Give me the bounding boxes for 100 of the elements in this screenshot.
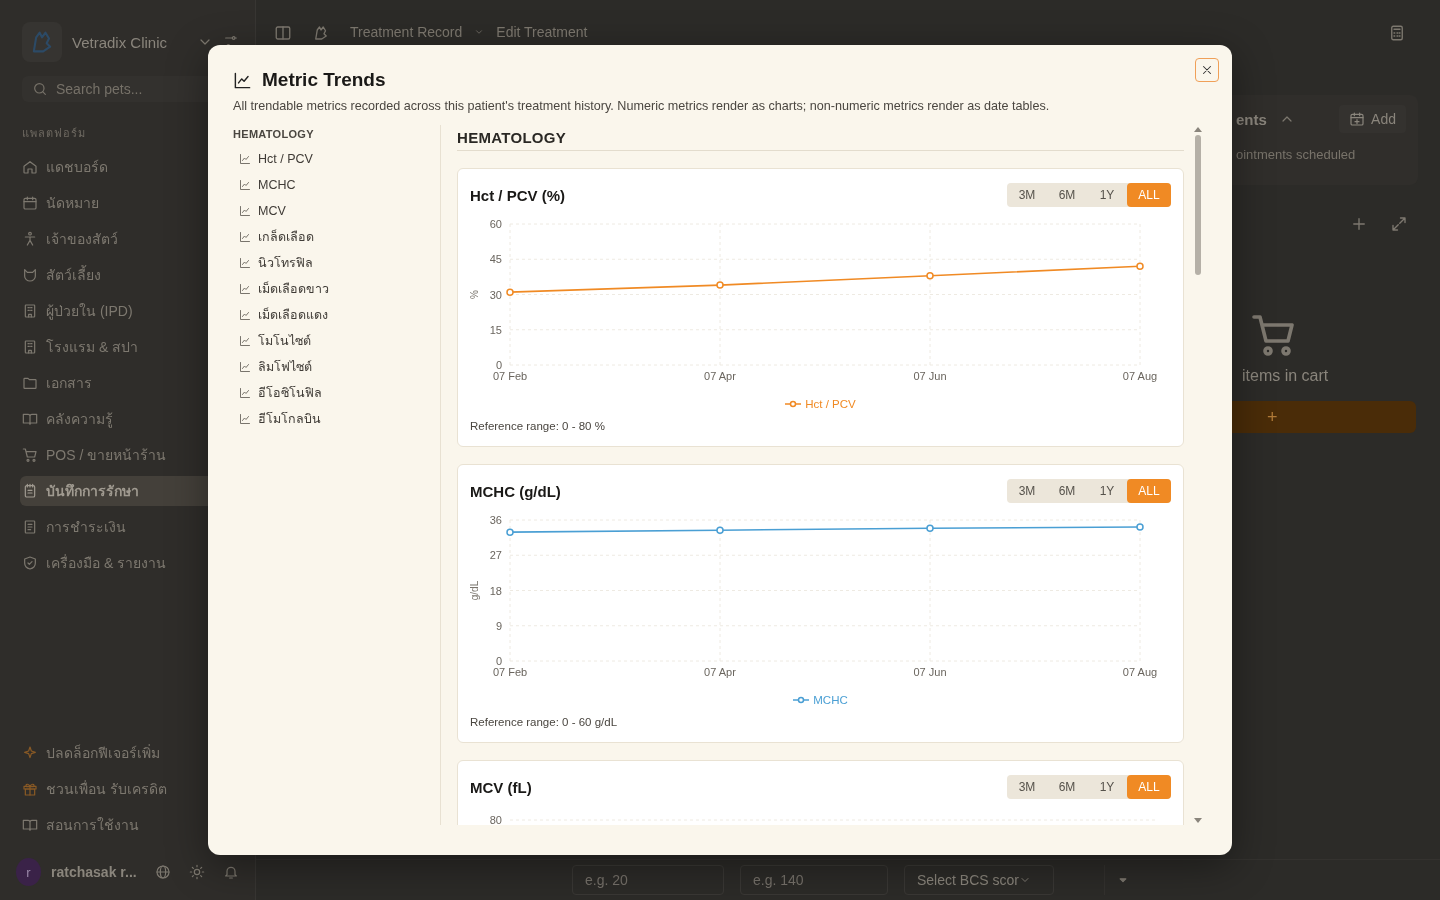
chart-title: MCV (fL) — [470, 778, 532, 796]
y-axis-label: % — [470, 290, 480, 299]
y-tick-label: 45 — [489, 253, 502, 266]
line-chart-icon — [239, 413, 251, 425]
input-field[interactable]: e.g. 140 — [740, 865, 888, 895]
legend-marker-icon — [793, 696, 810, 704]
x-tick-label: 07 Aug — [1122, 370, 1158, 382]
y-tick-label: 80 — [489, 814, 502, 825]
range-button[interactable]: 1Y — [1087, 775, 1127, 799]
y-tick-label: 27 — [489, 549, 502, 562]
dog-icon — [312, 24, 330, 42]
data-point — [506, 288, 514, 296]
data-point — [1136, 523, 1144, 531]
nav-item[interactable]: ปลดล็อกฟีเจอร์เพิ่ม — [20, 738, 239, 768]
add-button[interactable]: Add — [1339, 105, 1406, 133]
data-point — [716, 281, 724, 289]
data-point — [926, 524, 934, 532]
nav-group-label: HEMATOLOGY — [233, 128, 315, 140]
range-button[interactable]: 1Y — [1087, 183, 1127, 207]
y-tick-label: 0 — [495, 655, 502, 667]
x-tick-label: 07 Apr — [704, 666, 736, 678]
scroll-down-icon[interactable] — [1193, 817, 1203, 825]
y-tick-label: 9 — [495, 619, 502, 632]
folder-icon — [22, 375, 38, 391]
book-icon — [22, 817, 38, 833]
data-point — [506, 528, 514, 536]
legend-label: MCHC — [813, 694, 848, 706]
reference-range: Reference range: 0 - 60 g/dL — [470, 716, 619, 728]
notepad-icon — [22, 483, 38, 499]
x-tick-label: 07 Feb — [492, 370, 528, 382]
data-point — [716, 526, 724, 534]
cart-icon — [22, 447, 38, 463]
x-tick-label: 07 Jun — [913, 370, 947, 382]
bcs-select[interactable]: Select BCS scor — [904, 865, 1054, 895]
scrollbar-thumb[interactable] — [1195, 135, 1201, 275]
input-field[interactable]: e.g. 20 — [572, 865, 724, 895]
scrollbar[interactable] — [1192, 125, 1204, 825]
bell-icon[interactable] — [223, 864, 239, 880]
gift-icon — [22, 781, 38, 797]
calendar-icon — [22, 195, 38, 211]
x-tick-label: 07 Feb — [492, 666, 528, 678]
expand-icon[interactable] — [1390, 215, 1408, 233]
user-avatar[interactable]: r — [16, 858, 42, 886]
section-title: HEMATOLOGY — [457, 125, 1184, 151]
line-chart-icon — [239, 153, 251, 165]
nav-item[interactable]: การชำระเงิน — [20, 512, 239, 542]
close-button[interactable] — [1195, 58, 1219, 82]
nav-item[interactable]: ชวนเพื่อน รับเครดิต — [20, 774, 239, 804]
line-chart-icon — [233, 70, 252, 90]
line-chart-icon — [239, 361, 251, 373]
x-tick-label: 07 Apr — [704, 370, 736, 382]
cart-empty-text: items in cart — [1242, 367, 1329, 385]
nav-item[interactable]: POS / ขายหน้าร้าน — [20, 440, 239, 470]
x-tick-label: 07 Aug — [1122, 666, 1158, 678]
range-button[interactable]: 1Y — [1087, 479, 1127, 503]
globe-icon[interactable] — [155, 864, 171, 880]
y-tick-label: 18 — [489, 584, 502, 597]
cat-icon — [22, 267, 38, 283]
calendar-plus-icon — [1349, 111, 1366, 127]
range-button[interactable]: 6M — [1047, 775, 1087, 799]
legend-label: Hct / PCV — [805, 398, 856, 410]
y-tick-label: 60 — [489, 218, 502, 230]
nav-item[interactable]: สอนการใช้งาน — [20, 810, 239, 840]
breadcrumb-item[interactable]: Treatment Record — [350, 24, 463, 40]
y-tick-label: 30 — [489, 288, 502, 301]
range-button[interactable]: ALL — [1127, 775, 1171, 799]
range-button[interactable]: 3M — [1007, 183, 1047, 207]
line-chart-icon — [239, 205, 251, 217]
shield-icon — [22, 555, 38, 571]
line-chart-icon — [239, 231, 251, 243]
sun-icon[interactable] — [189, 864, 205, 880]
nav-item[interactable]: เครื่องมือ & รายงาน — [20, 548, 239, 578]
sidebar-toggle-icon[interactable] — [274, 24, 292, 42]
range-button[interactable]: 6M — [1047, 183, 1087, 207]
range-button[interactable]: ALL — [1127, 183, 1171, 207]
range-button[interactable]: ALL — [1127, 479, 1171, 503]
data-point — [1136, 262, 1144, 271]
line-chart-icon — [239, 283, 251, 295]
line-chart-icon — [239, 257, 251, 269]
y-tick-label: 0 — [495, 359, 502, 371]
y-tick-label: 36 — [489, 514, 502, 526]
range-button[interactable]: 3M — [1007, 479, 1047, 503]
plus-icon[interactable] — [1350, 215, 1368, 233]
reference-range: Reference range: 0 - 80 % — [470, 420, 606, 432]
range-button[interactable]: 6M — [1047, 479, 1087, 503]
chart-title: Hct / PCV (%) — [470, 186, 565, 204]
empty-text: ointments scheduled — [1235, 147, 1357, 162]
card-title: ents — [1235, 110, 1267, 128]
search-icon — [32, 81, 48, 97]
close-icon — [1200, 63, 1214, 77]
breadcrumb-item[interactable]: Edit Treatment — [496, 24, 588, 40]
line-chart-icon — [239, 335, 251, 347]
person-icon — [22, 231, 38, 247]
clinic-name[interactable]: Vetradix Clinic — [72, 33, 168, 51]
calculator-icon[interactable] — [1388, 24, 1406, 42]
data-point — [926, 271, 934, 280]
user-name: ratchasak r... — [51, 864, 137, 880]
chart-title: MCHC (g/dL) — [470, 482, 561, 500]
scroll-up-icon[interactable] — [1193, 125, 1203, 133]
range-button[interactable]: 3M — [1007, 775, 1047, 799]
